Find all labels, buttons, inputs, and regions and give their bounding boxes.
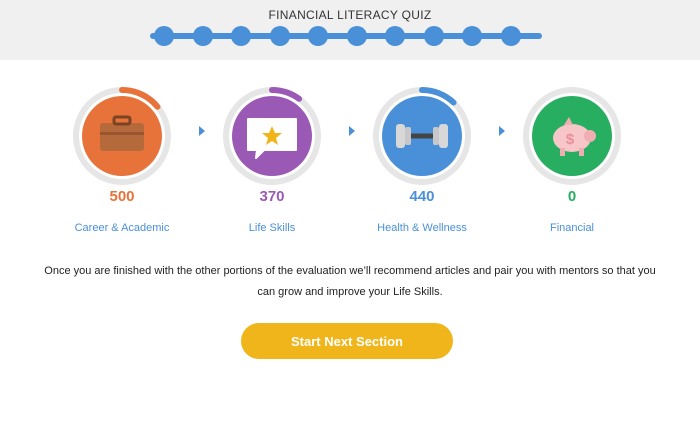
category-career-academic[interactable]: 500 Career & Academic [72, 86, 172, 236]
progress-step-dot [500, 26, 521, 46]
next-arrow-icon [349, 126, 355, 136]
evaluation-message: Once you are finished with the other por… [44, 265, 656, 298]
next-arrow-icon [499, 126, 505, 136]
quiz-header: FINANCIAL LITERACY QUIZ [0, 0, 700, 60]
progress-step-dot [462, 26, 482, 46]
category-financial[interactable]: $ 0 Financial [522, 86, 622, 236]
progress-step-dot [308, 26, 328, 46]
category-progress-ring [372, 86, 472, 186]
category-score: 500 [109, 188, 135, 205]
start-next-section-button[interactable]: Start Next Section [241, 323, 453, 359]
progress-step-dot [346, 26, 367, 46]
category-health-wellness[interactable]: 440 Health & Wellness [372, 86, 472, 236]
quiz-progress-track [150, 24, 542, 48]
category-label: Financial [549, 222, 595, 234]
category-progress-ring [72, 86, 172, 186]
progress-step-dot [385, 26, 405, 46]
category-life-skills[interactable]: 370 Life Skills [222, 86, 322, 236]
category-score: 0 [567, 188, 577, 205]
progress-step-dot [423, 26, 444, 46]
category-score: 370 [259, 188, 285, 205]
category-progress-ring: $ [522, 86, 622, 186]
progress-step-dot [269, 26, 290, 46]
category-score: 440 [409, 188, 435, 205]
progress-step-dot [154, 26, 174, 46]
quiz-title: FINANCIAL LITERACY QUIZ [268, 8, 432, 22]
progress-step-dot [192, 26, 213, 46]
progress-step-dot [231, 26, 251, 46]
category-progress-ring [222, 86, 322, 186]
svg-text:$: $ [566, 131, 575, 148]
next-arrow-icon [199, 126, 205, 136]
